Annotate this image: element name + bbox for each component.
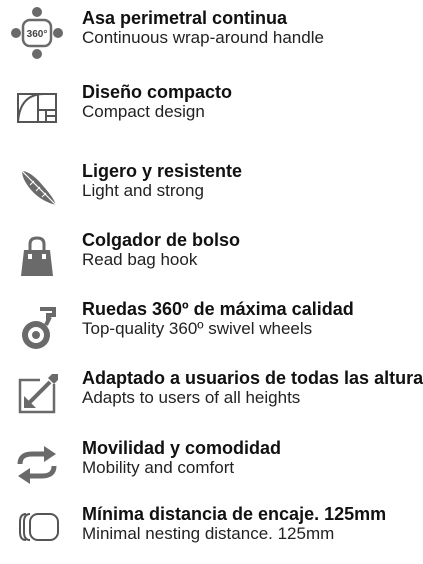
feature-title: Movilidad y comodidad	[82, 438, 282, 458]
feature-subtitle: Light and strong	[82, 181, 204, 200]
feature-subtitle: Compact design	[82, 102, 205, 121]
feature-title: Mínima distancia de encaje. 125mm	[82, 504, 387, 524]
feature-text: Ligero y resistente Light and strong	[82, 161, 242, 201]
feature-title: Ligero y resistente	[82, 161, 243, 181]
swivel-wheel-icon	[10, 301, 64, 355]
360-handle-icon: 360°	[10, 6, 64, 60]
svg-text:360°: 360°	[27, 29, 48, 40]
feature-title: Adaptado a usuarios de todas las alturas	[82, 368, 423, 388]
feature-text: Movilidad y comodidad Mobility and comfo…	[82, 438, 281, 478]
feature-item-compact-design: Diseño compacto Compact design	[0, 82, 423, 142]
feature-title: Diseño compacto	[82, 82, 233, 102]
feature-text: Adaptado a usuarios de todas las alturas…	[82, 368, 423, 408]
feature-item-wrap-around-handle: 360° Asa perimetral continua Continuous …	[0, 6, 423, 68]
feature-item-mobility: Movilidad y comodidad Mobility and comfo…	[0, 438, 423, 498]
feature-title: Ruedas 360º de máxima calidad	[82, 299, 354, 319]
feature-subtitle: Mobility and comfort	[82, 458, 235, 477]
resize-arrow-icon	[10, 368, 64, 422]
feature-subtitle: Minimal nesting distance. 125mm	[82, 524, 335, 543]
feature-subtitle: Read bag hook	[82, 250, 198, 269]
feature-text: Diseño compacto Compact design	[82, 82, 232, 122]
feather-icon	[10, 161, 64, 215]
feature-text: Asa perimetral continua Continuous wrap-…	[82, 8, 324, 48]
feature-item-nesting: Mínima distancia de encaje. 125mm Minima…	[0, 504, 423, 564]
feature-item-adjustable-height: Adaptado a usuarios de todas las alturas…	[0, 368, 423, 428]
feature-text: Ruedas 360º de máxima calidad Top-qualit…	[82, 299, 354, 339]
feature-subtitle: Top-quality 360º swivel wheels	[82, 319, 313, 338]
feature-list: 360° Asa perimetral continua Continuous …	[0, 0, 423, 549]
feature-text: Mínima distancia de encaje. 125mm Minima…	[82, 504, 386, 544]
feature-subtitle: Adapts to users of all heights	[82, 388, 301, 407]
feature-title: Asa perimetral continua	[82, 8, 288, 28]
bag-hook-icon	[10, 230, 64, 284]
feature-subtitle: Continuous wrap-around handle	[82, 28, 324, 47]
feature-item-swivel-wheels: Ruedas 360º de máxima calidad Top-qualit…	[0, 299, 423, 359]
feature-item-bag-hook: Colgador de bolso Read bag hook	[0, 230, 423, 290]
nesting-icon	[10, 500, 64, 554]
feature-title: Colgador de bolso	[82, 230, 241, 250]
swap-arrows-icon	[10, 438, 64, 492]
feature-text: Colgador de bolso Read bag hook	[82, 230, 240, 270]
feature-item-light-strong: Ligero y resistente Light and strong	[0, 161, 423, 221]
compact-design-icon	[10, 82, 64, 136]
